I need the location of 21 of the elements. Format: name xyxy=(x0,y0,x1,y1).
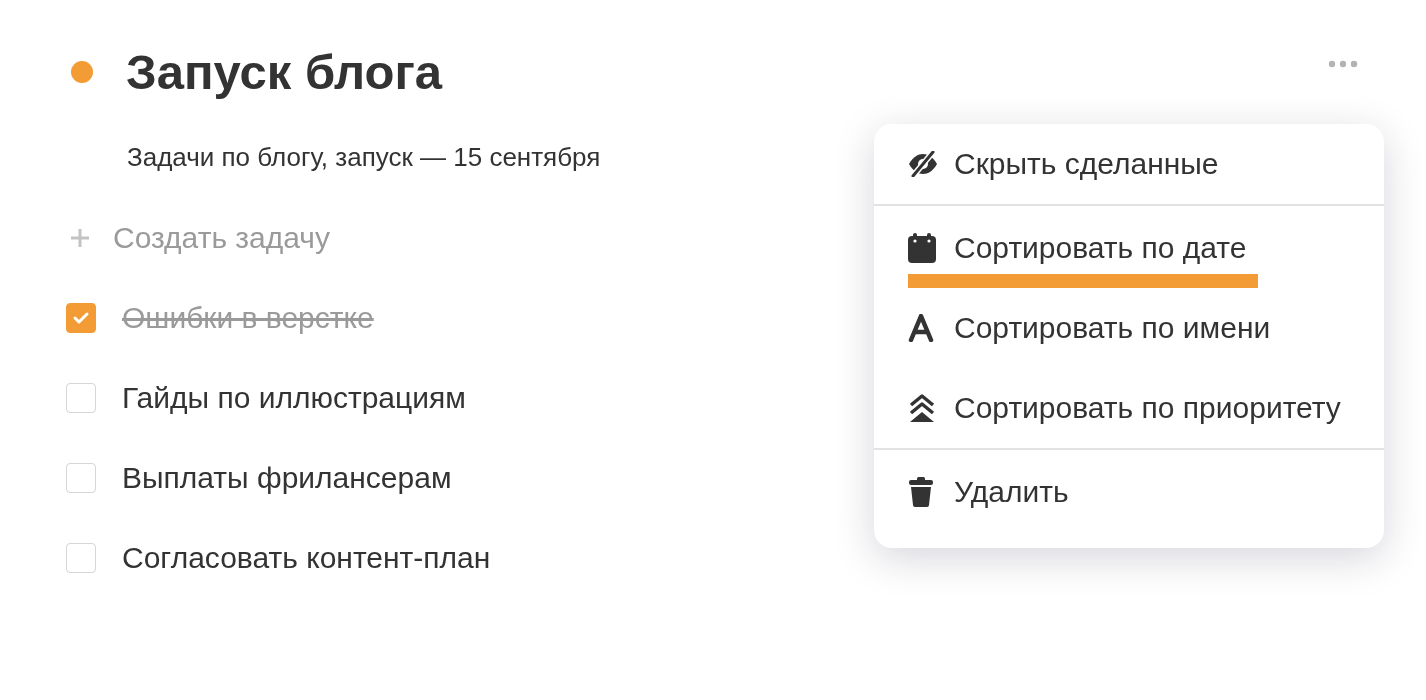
crossed-eye-icon xyxy=(908,151,938,177)
project-description: Задачи по блогу, запуск — 15 сентября xyxy=(127,141,601,173)
task-checkbox[interactable] xyxy=(66,383,96,413)
menu-item[interactable]: Сортировать по приоритету xyxy=(874,368,1384,448)
chevrons-up-icon xyxy=(908,393,936,423)
task-title[interactable]: Гайды по иллюстрациям xyxy=(122,381,466,415)
plus-icon xyxy=(69,227,91,249)
task-checkbox[interactable] xyxy=(66,303,96,333)
letter-a-icon xyxy=(908,314,934,342)
menu-item[interactable]: Сортировать по дате xyxy=(874,208,1384,288)
more-icon[interactable] xyxy=(1326,58,1360,70)
menu-item[interactable]: Скрыть сделанные xyxy=(874,124,1384,204)
menu-item[interactable]: Удалить xyxy=(874,452,1384,532)
project-title: Запуск блога xyxy=(126,44,443,100)
task-title[interactable]: Согласовать контент-план xyxy=(122,541,491,575)
task-checkbox[interactable] xyxy=(66,463,96,493)
trash-icon xyxy=(908,477,934,507)
calendar-icon xyxy=(908,233,936,263)
menu-item[interactable]: Сортировать по имени xyxy=(874,288,1384,368)
task-checkbox[interactable] xyxy=(66,543,96,573)
task-title[interactable]: Выплаты фрилансерам xyxy=(122,461,452,495)
